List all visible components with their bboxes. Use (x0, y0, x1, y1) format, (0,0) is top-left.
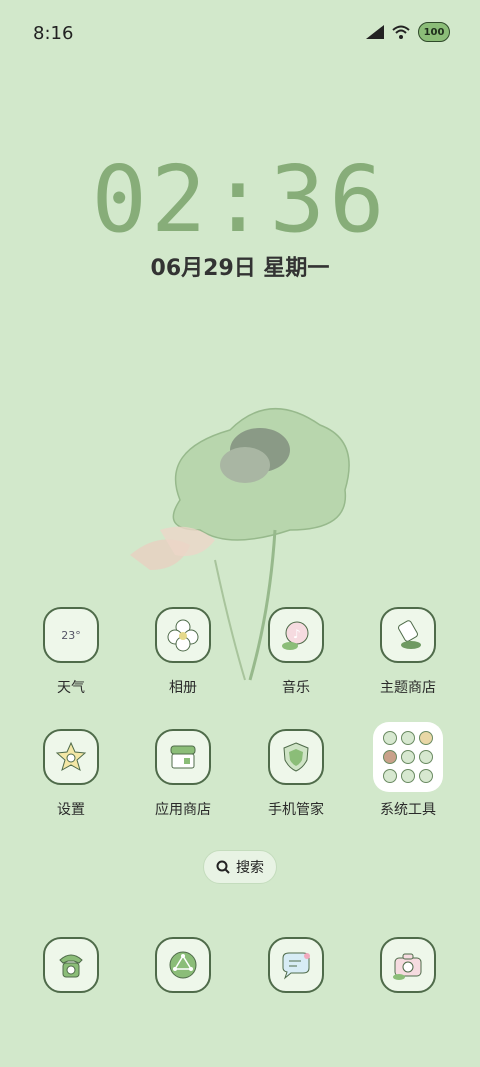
music-icon: ♪ (268, 607, 324, 663)
weather-icon: 23° (43, 607, 99, 663)
browser-icon (155, 937, 211, 993)
folder-app-icon (419, 769, 433, 784)
svg-text:♪: ♪ (293, 627, 301, 641)
folder-app-icon (383, 730, 397, 745)
dock-messages[interactable] (246, 937, 346, 993)
app-label: 手机管家 (268, 802, 324, 818)
search-label: 搜索 (236, 860, 264, 876)
app-store-icon (155, 729, 211, 785)
app-gallery[interactable]: 相册 (133, 607, 233, 697)
app-label: 应用商店 (155, 802, 211, 818)
search-button[interactable]: 搜索 (203, 850, 277, 884)
folder-app-icon (383, 769, 397, 784)
phone-manager-icon (268, 729, 324, 785)
lock-date: 06月29日 星期一 (150, 256, 330, 281)
folder-app-icon (401, 749, 415, 764)
app-label: 设置 (57, 802, 85, 818)
status-icons: 100 (366, 22, 450, 42)
app-app-store[interactable]: 应用商店 (133, 729, 233, 819)
folder-app-icon (419, 749, 433, 764)
camera-icon (380, 937, 436, 993)
status-time: 8:16 (33, 23, 74, 44)
app-weather[interactable]: 23° 天气 (21, 607, 121, 697)
dock-browser[interactable] (133, 937, 233, 993)
folder-app-icon (401, 769, 415, 784)
app-theme-store[interactable]: 主题商店 (358, 607, 458, 697)
app-music[interactable]: ♪ 音乐 (246, 607, 346, 697)
battery-icon: 100 (418, 22, 450, 42)
folder-app-icon (383, 749, 397, 764)
lock-clock: 02:36 (91, 146, 389, 253)
app-label: 音乐 (282, 680, 310, 696)
weather-temp: 23° (61, 628, 81, 642)
app-label: 系统工具 (380, 802, 436, 818)
folder-app-icon (401, 730, 415, 745)
signal-icon (366, 25, 384, 39)
messages-icon (268, 937, 324, 993)
dock-phone[interactable] (21, 937, 121, 993)
app-settings[interactable]: 设置 (21, 729, 121, 819)
battery-level: 100 (423, 26, 445, 38)
gallery-icon (155, 607, 211, 663)
phone-icon (43, 937, 99, 993)
app-label: 天气 (57, 680, 85, 696)
app-label: 相册 (169, 680, 197, 696)
system-tools-folder-icon (373, 722, 443, 792)
app-system-tools-folder[interactable]: 系统工具 (358, 722, 458, 819)
settings-icon (43, 729, 99, 785)
theme-store-icon (380, 607, 436, 663)
dock-camera[interactable] (358, 937, 458, 993)
wifi-icon (392, 25, 410, 39)
status-bar: 8:16 100 (0, 0, 480, 66)
search-icon (216, 860, 230, 874)
app-label: 主题商店 (380, 680, 436, 696)
app-phone-manager[interactable]: 手机管家 (246, 729, 346, 819)
folder-app-icon (419, 730, 433, 745)
